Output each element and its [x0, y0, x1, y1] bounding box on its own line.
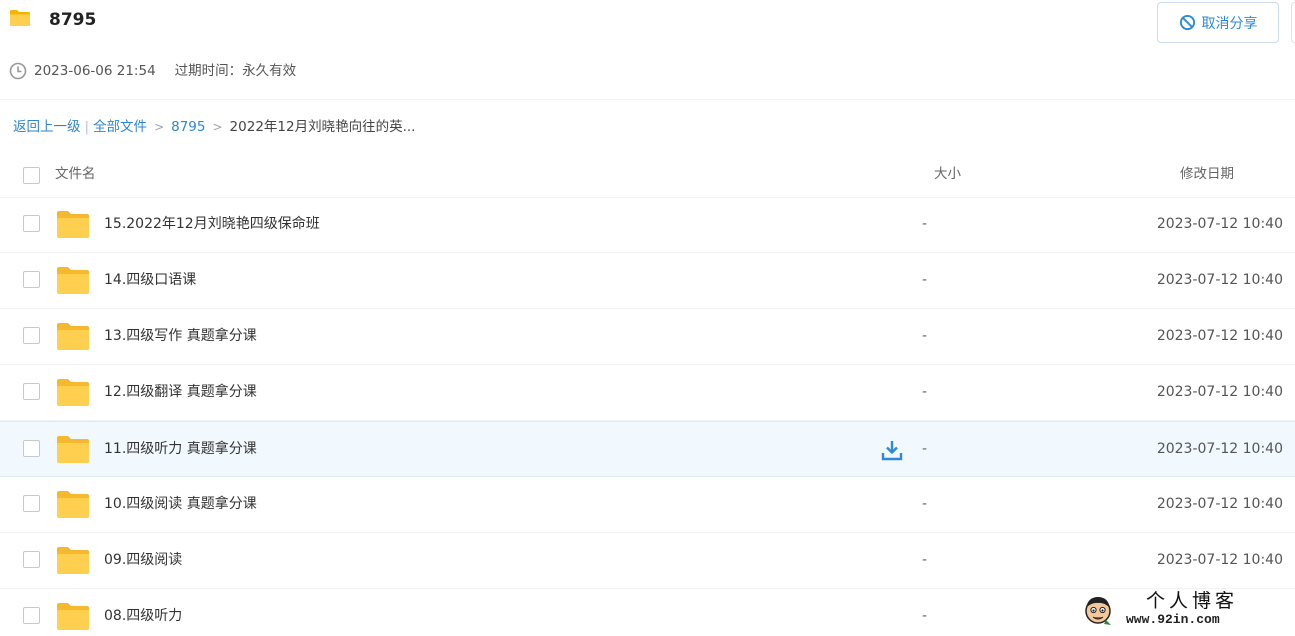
folder-icon — [57, 211, 89, 238]
more-button[interactable] — [1291, 2, 1295, 43]
ban-icon — [1179, 14, 1195, 31]
cartoon-face-icon — [1085, 597, 1111, 625]
table-row[interactable]: 14.四级口语课 - 2023-07-12 10:40 — [0, 253, 1295, 309]
file-size: - — [922, 552, 928, 568]
breadcrumb-current: 2022年12月刘晓艳向往的英... — [229, 119, 416, 135]
breadcrumb-separator: | — [84, 119, 90, 135]
folder-icon — [10, 10, 30, 26]
watermark-url: www.92in.com — [1126, 612, 1220, 627]
back-link[interactable]: 返回上一级 — [13, 117, 81, 137]
file-size: - — [922, 328, 928, 344]
folder-icon — [57, 267, 89, 294]
clock-icon — [9, 62, 27, 80]
file-modified: 2023-07-12 10:40 — [1156, 496, 1283, 512]
file-modified: 2023-07-12 10:40 — [1156, 216, 1283, 232]
file-name[interactable]: 08.四级听力 — [104, 606, 182, 626]
file-size: - — [922, 441, 928, 457]
file-size: - — [922, 272, 928, 288]
column-name[interactable]: 文件名 — [55, 164, 96, 184]
file-size: - — [922, 216, 928, 232]
created-time: 2023-06-06 21:54 — [34, 63, 156, 79]
file-name[interactable]: 11.四级听力 真题拿分课 — [104, 439, 257, 459]
file-list: 15.2022年12月刘晓艳四级保命班 - 2023-07-12 10:40 1… — [0, 197, 1295, 636]
column-modified[interactable]: 修改日期 — [1180, 164, 1234, 184]
file-size: - — [922, 496, 928, 512]
file-size: - — [922, 608, 928, 624]
folder-icon — [57, 323, 89, 350]
row-checkbox[interactable] — [23, 215, 40, 232]
column-size[interactable]: 大小 — [934, 164, 961, 184]
cancel-share-button[interactable]: 取消分享 — [1157, 2, 1279, 43]
row-checkbox[interactable] — [23, 440, 40, 457]
folder-icon — [57, 547, 89, 574]
table-row[interactable]: 11.四级听力 真题拿分课 - 2023-07-12 10:40 — [0, 421, 1295, 477]
folder-icon — [57, 379, 89, 406]
file-name[interactable]: 10.四级阅读 真题拿分课 — [104, 494, 257, 514]
table-row[interactable]: 15.2022年12月刘晓艳四级保命班 - 2023-07-12 10:40 — [0, 197, 1295, 253]
row-checkbox[interactable] — [23, 383, 40, 400]
cancel-share-label: 取消分享 — [1201, 15, 1258, 32]
file-modified: 2023-07-12 10:40 — [1156, 272, 1283, 288]
row-checkbox[interactable] — [23, 551, 40, 568]
download-icon[interactable] — [880, 438, 904, 462]
table-header: 文件名 大小 修改日期 — [0, 152, 1295, 198]
breadcrumb-arrow: > — [212, 120, 223, 134]
breadcrumb-8795[interactable]: 8795 — [171, 117, 205, 137]
table-row[interactable]: 10.四级阅读 真题拿分课 - 2023-07-12 10:40 — [0, 477, 1295, 533]
file-name[interactable]: 09.四级阅读 — [104, 550, 182, 570]
folder-icon — [57, 436, 89, 463]
share-header: 8795 取消分享 2023-06-06 21:54 过期时间：永久有效 — [0, 0, 1295, 100]
breadcrumb-all-files[interactable]: 全部文件 — [93, 117, 147, 137]
file-size: - — [922, 384, 928, 400]
watermark-title: 个人博客 — [1146, 590, 1239, 612]
row-checkbox[interactable] — [23, 495, 40, 512]
row-checkbox[interactable] — [23, 271, 40, 288]
table-row[interactable]: 09.四级阅读 - 2023-07-12 10:40 — [0, 533, 1295, 589]
table-row[interactable]: 13.四级写作 真题拿分课 - 2023-07-12 10:40 — [0, 309, 1295, 365]
file-modified: 2023-07-12 10:40 — [1156, 384, 1283, 400]
breadcrumb-arrow: > — [154, 120, 165, 134]
file-modified: 2023-07-12 10:40 — [1156, 441, 1283, 457]
folder-icon — [57, 491, 89, 518]
table-row[interactable]: 12.四级翻译 真题拿分课 - 2023-07-12 10:40 — [0, 365, 1295, 421]
file-modified: 2023-07-12 10:40 — [1156, 328, 1283, 344]
folder-icon — [57, 603, 89, 630]
breadcrumb: 返回上一级 | 全部文件 > 8795 > 2022年12月刘晓艳向往的英... — [13, 117, 415, 137]
watermark: 个人博客 www.92in.com — [1082, 590, 1282, 630]
file-name[interactable]: 14.四级口语课 — [104, 270, 196, 290]
file-name[interactable]: 15.2022年12月刘晓艳四级保命班 — [104, 214, 320, 234]
row-checkbox[interactable] — [23, 327, 40, 344]
row-checkbox[interactable] — [23, 607, 40, 624]
select-all-checkbox[interactable] — [23, 167, 40, 184]
file-name[interactable]: 12.四级翻译 真题拿分课 — [104, 382, 257, 402]
share-title: 8795 — [49, 10, 97, 30]
file-name[interactable]: 13.四级写作 真题拿分课 — [104, 326, 257, 346]
share-meta: 2023-06-06 21:54 过期时间：永久有效 — [9, 61, 296, 81]
file-modified: 2023-07-12 10:40 — [1156, 552, 1283, 568]
expire-time: 过期时间：永久有效 — [174, 63, 297, 79]
